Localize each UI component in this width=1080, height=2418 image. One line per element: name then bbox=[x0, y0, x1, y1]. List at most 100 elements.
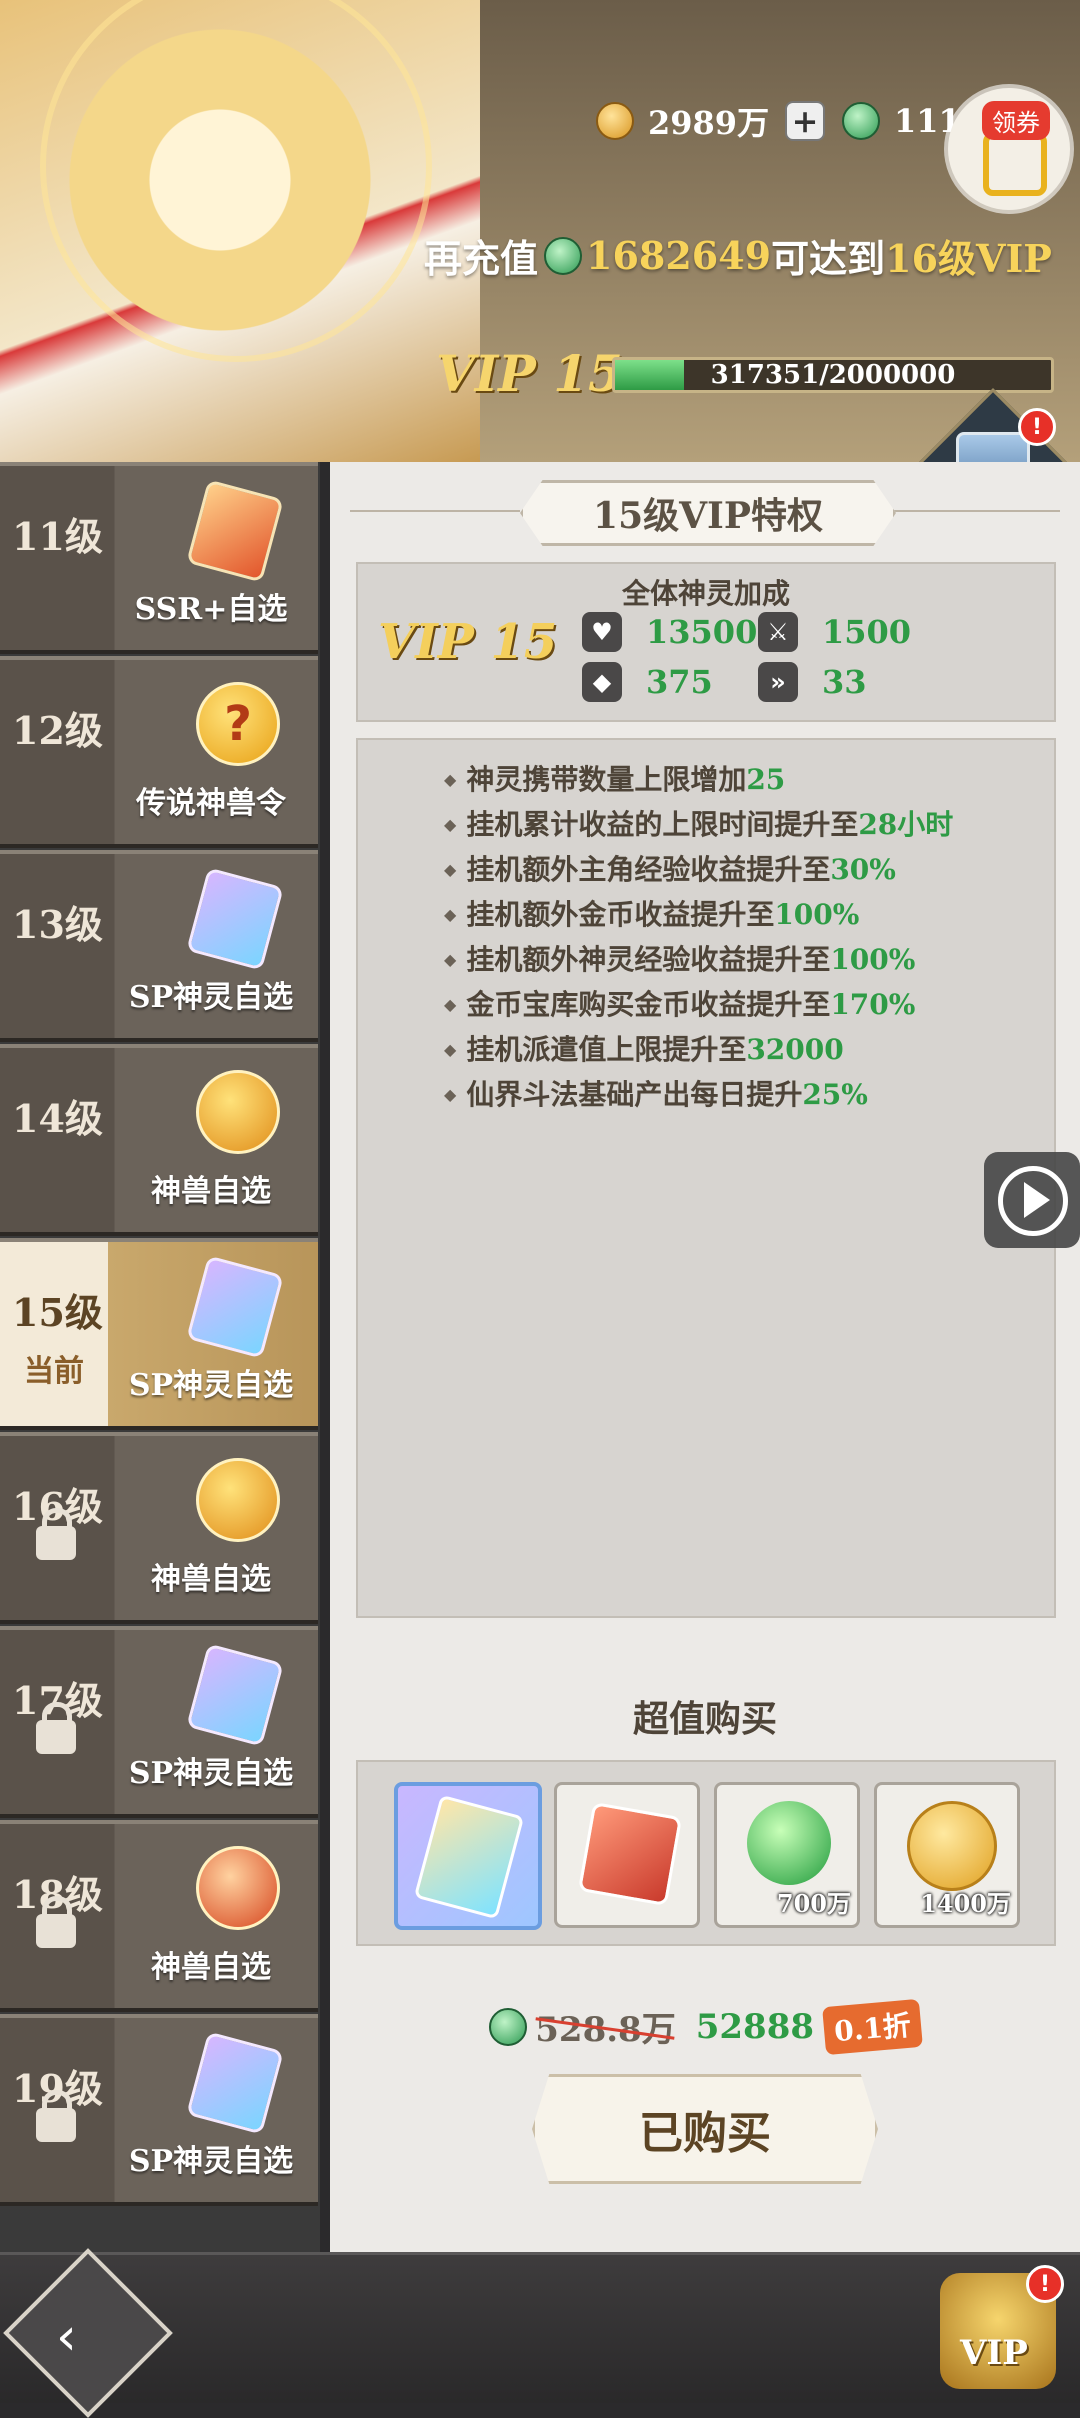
privilege-value: 32000 bbox=[746, 1033, 844, 1066]
gold-amount: 2989万 bbox=[648, 104, 770, 142]
privilege-line: 挂机额外主角经验收益提升至30% bbox=[444, 848, 896, 888]
level-item[interactable]: 18级 神兽自选 bbox=[0, 1820, 318, 2012]
dragon-coin-icon bbox=[196, 1458, 280, 1542]
play-video-button[interactable] bbox=[984, 1152, 1080, 1248]
ssr-card-icon bbox=[186, 479, 284, 583]
reward-label: SP神灵自选 bbox=[128, 2144, 294, 2179]
privilege-value: 25% bbox=[802, 1078, 868, 1111]
level-item[interactable]: 12级? 传说神兽令 bbox=[0, 656, 318, 848]
coupon-label: 领券 bbox=[982, 101, 1050, 140]
privilege-line: 神灵携带数量上限增加25 bbox=[444, 758, 785, 798]
sp-card-icon bbox=[186, 1255, 284, 1359]
bonus-vip-badge: VIP 15 bbox=[378, 614, 558, 670]
deal-item-exp[interactable]: 700万 bbox=[714, 1782, 860, 1928]
sp-card-icon bbox=[186, 2031, 284, 2135]
lock-icon bbox=[36, 2090, 76, 2142]
lock-icon bbox=[36, 1702, 76, 1754]
panel-title: 15级VIP特权 bbox=[520, 480, 896, 546]
level-name: 11级 bbox=[12, 514, 103, 559]
gift-box-icon bbox=[577, 1801, 683, 1907]
shield-heart-icon: ♥ bbox=[582, 612, 622, 652]
armor-icon: ◆ bbox=[582, 662, 622, 702]
sp-card-icon bbox=[186, 1643, 284, 1747]
vip-progress-text: 317351/2000000 bbox=[710, 360, 956, 390]
reward-label: 神兽自选 bbox=[151, 1950, 271, 1985]
stat-attack: ⚔ 1500 bbox=[758, 612, 911, 652]
gamepad-icon bbox=[983, 132, 1047, 196]
lock-icon bbox=[36, 1896, 76, 1948]
reward-label: 传说神兽令 bbox=[136, 786, 286, 821]
current-label: 当前 bbox=[24, 1354, 84, 1389]
jade-icon bbox=[489, 2007, 528, 2046]
level-item[interactable]: 16级 神兽自选 bbox=[0, 1432, 318, 1624]
level-item[interactable]: 19级 SP神灵自选 bbox=[0, 2014, 318, 2206]
privilege-line: 挂机额外神灵经验收益提升至100% bbox=[444, 938, 915, 978]
beast-token-icon: ? bbox=[196, 682, 280, 766]
level-item[interactable]: 13级 SP神灵自选 bbox=[0, 850, 318, 1042]
jade-icon bbox=[842, 102, 880, 140]
privilege-value: 25 bbox=[746, 763, 786, 796]
reward-label: SP神灵自选 bbox=[128, 1368, 294, 1403]
back-arrow-icon: ‹ bbox=[56, 2307, 77, 2367]
deal-item-gift[interactable] bbox=[554, 1782, 700, 1928]
deal-items: 700万 1400万 bbox=[356, 1760, 1056, 1946]
bottom-bar: ‹ VIP ! bbox=[0, 2248, 1080, 2418]
level-name: 15级 bbox=[12, 1290, 103, 1335]
gold-coin-icon bbox=[596, 102, 634, 140]
price-row: 528.8万 52888 0.1折 bbox=[330, 1998, 1080, 2055]
privilege-list: 神灵携带数量上限增加25 挂机累计收益的上限时间提升至28小时挂机额外主角经验收益… bbox=[356, 738, 1056, 1618]
level-item[interactable]: 15级当前 SP神灵自选 bbox=[0, 1238, 318, 1430]
vip-level-list: 11级 SSR+自选 12级? 传说神兽令 13级 SP神灵自选 14级神兽自选 15级当前 S… bbox=[0, 462, 320, 2252]
privilege-line: 挂机额外金币收益提升至100% bbox=[444, 893, 859, 933]
privilege-line: 金币宝库购买金币收益提升至170% bbox=[444, 983, 915, 1023]
deal-qty: 1400万 bbox=[920, 1889, 1011, 1918]
dragon-coin-red-icon bbox=[196, 1846, 280, 1930]
level-item[interactable]: 17级 SP神灵自选 bbox=[0, 1626, 318, 1818]
deal-qty: 700万 bbox=[776, 1889, 851, 1918]
privilege-line: 挂机派遣值上限提升至32000 bbox=[444, 1028, 844, 1068]
privilege-line: 挂机累计收益的上限时间提升至28小时 bbox=[444, 803, 953, 843]
privilege-value: 100% bbox=[830, 943, 916, 976]
vip-alert-badge: ! bbox=[1026, 2265, 1064, 2303]
stat-speed: » 33 bbox=[758, 662, 867, 702]
boot-icon: » bbox=[758, 662, 798, 702]
gold-coin-icon bbox=[907, 1801, 997, 1891]
vip-privilege-panel: 15级VIP特权 全体神灵加成 VIP 15 ♥ 13500 ⚔ 1500 ◆ … bbox=[330, 462, 1080, 2252]
privilege-value: 28小时 bbox=[858, 808, 954, 841]
reward-label: 神兽自选 bbox=[151, 1174, 271, 1209]
privilege-line: 仙界斗法基础产出每日提升25% bbox=[444, 1073, 868, 1113]
add-gold-button[interactable]: + bbox=[785, 101, 826, 141]
level-item[interactable]: 14级神兽自选 bbox=[0, 1044, 318, 1236]
reward-label: 神兽自选 bbox=[151, 1562, 271, 1597]
recharge-hint: 再充值 1682649 可达到 16级VIP bbox=[424, 233, 1052, 281]
deal-item-sp-card[interactable] bbox=[394, 1782, 542, 1930]
sp-card-icon bbox=[186, 867, 284, 971]
vip-progress-bar: 317351/2000000 bbox=[612, 357, 1054, 393]
level-item[interactable]: 11级 SSR+自选 bbox=[0, 462, 318, 654]
exp-orb-icon bbox=[747, 1801, 831, 1885]
back-button[interactable] bbox=[3, 2248, 173, 2418]
privilege-value: 170% bbox=[830, 988, 916, 1021]
bonus-box: 全体神灵加成 VIP 15 ♥ 13500 ⚔ 1500 ◆ 375 » 33 bbox=[356, 562, 1056, 722]
deal-title: 超值购买 bbox=[632, 1698, 777, 1740]
vip-level-badge: VIP 15 bbox=[436, 344, 623, 403]
privilege-value: 30% bbox=[830, 853, 896, 886]
new-price: 52888 bbox=[695, 2006, 815, 2047]
level-name: 12级 bbox=[12, 708, 103, 753]
reward-label: SP神灵自选 bbox=[128, 980, 294, 1015]
old-price: 528.8万 bbox=[535, 2002, 675, 2051]
level-name: 14级 bbox=[12, 1096, 103, 1141]
discount-badge: 0.1折 bbox=[822, 1998, 923, 2055]
dragon-coin-icon bbox=[196, 1070, 280, 1154]
privilege-value: 100% bbox=[774, 898, 860, 931]
stat-hp: ♥ 13500 bbox=[582, 612, 757, 652]
deal-item-gold[interactable]: 1400万 bbox=[874, 1782, 1020, 1928]
jade-icon bbox=[544, 236, 583, 275]
vip-emblem-label: VIP bbox=[960, 2333, 1028, 2373]
vip-header: 2989万 + 11167 领券 再充值 1682649 可达到 16级VIP … bbox=[0, 0, 1080, 462]
purchased-button[interactable]: 已购买 bbox=[532, 2074, 878, 2184]
stat-defense: ◆ 375 bbox=[582, 662, 713, 702]
level-name: 13级 bbox=[12, 902, 103, 947]
hero-portrait bbox=[0, 0, 480, 462]
reward-label: SSR+自选 bbox=[134, 592, 288, 627]
